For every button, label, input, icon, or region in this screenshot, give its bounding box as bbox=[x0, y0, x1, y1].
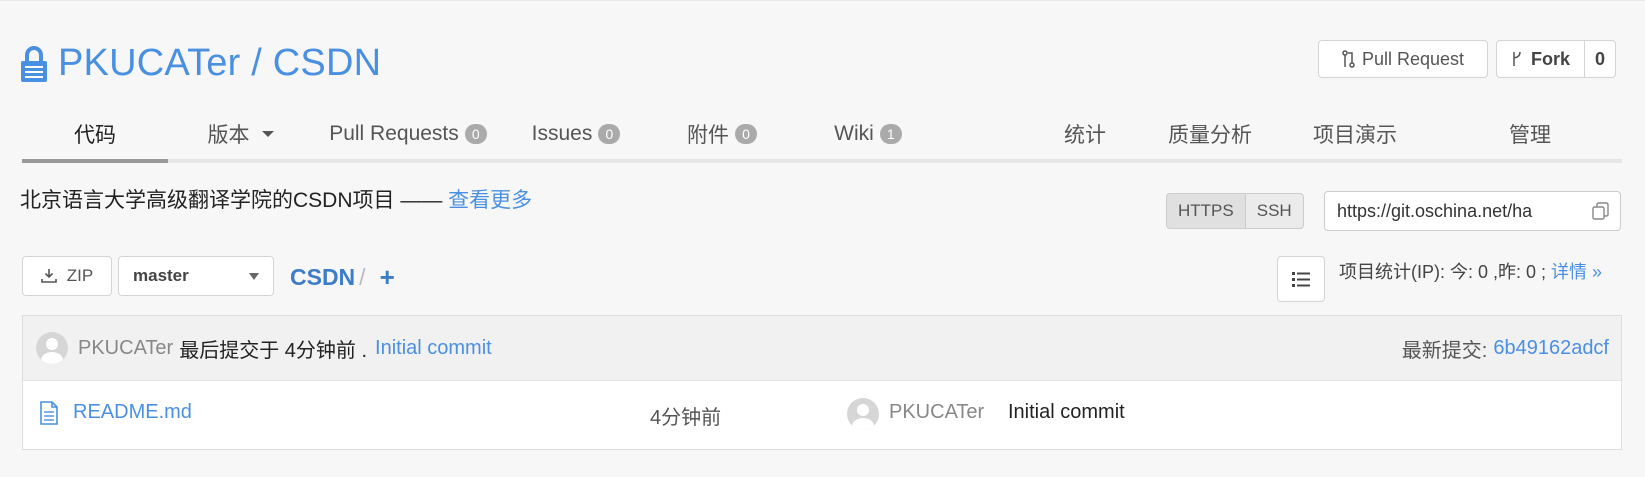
fork-button[interactable]: Fork 0 bbox=[1495, 40, 1616, 78]
list-icon bbox=[1292, 272, 1310, 287]
fork-main[interactable]: Fork bbox=[1497, 41, 1584, 77]
avatar[interactable] bbox=[36, 332, 68, 364]
zip-label: ZIP bbox=[66, 266, 94, 285]
tab-badge: 0 bbox=[464, 123, 487, 144]
download-icon bbox=[40, 269, 57, 283]
stats-text: 项目统计(IP): 今: 0 ,昨: 0 ; bbox=[1339, 262, 1552, 282]
lock-icon bbox=[21, 45, 47, 82]
top-border bbox=[0, 0, 1645, 1]
fork-icon bbox=[1513, 51, 1521, 66]
tab-pull-requests[interactable]: Pull Requests 0 bbox=[313, 108, 503, 159]
clone-url-input[interactable] bbox=[1335, 199, 1579, 223]
repo-description: 北京语言大学高级翻译学院的CSDN项目 —— 查看更多 bbox=[20, 184, 532, 214]
pull-request-button[interactable]: Pull Request bbox=[1317, 40, 1488, 78]
more-link[interactable]: 查看更多 bbox=[448, 189, 532, 212]
ssh-button[interactable]: SSH bbox=[1245, 193, 1304, 229]
file-time: 4分钟前 bbox=[650, 407, 722, 429]
commit-sha-link[interactable]: 6b49162adcf bbox=[1493, 337, 1609, 360]
file-name-link[interactable]: README.md bbox=[73, 401, 192, 424]
tab-attachments[interactable]: 附件 0 bbox=[649, 108, 795, 159]
repo-name-link[interactable]: PKUCATer / CSDN bbox=[58, 42, 381, 85]
file-icon bbox=[40, 401, 58, 425]
protocol-switch: HTTPS SSH bbox=[1166, 193, 1304, 229]
repo-title: PKUCATer / CSDN bbox=[20, 42, 381, 85]
tab-label: 代码 bbox=[74, 123, 116, 147]
tab-label: Wiki bbox=[834, 121, 874, 145]
list-view-button[interactable] bbox=[1277, 256, 1325, 302]
tab-label: 管理 bbox=[1509, 123, 1551, 147]
tab-code[interactable]: 代码 bbox=[22, 108, 168, 163]
add-file-button[interactable]: + bbox=[380, 262, 395, 293]
tab-wiki[interactable]: Wiki 1 bbox=[795, 108, 941, 159]
commit-message-link[interactable]: Initial commit bbox=[375, 337, 492, 360]
file-table: PKUCATer 最后提交于 4分钟前 . Initial commit 最新提… bbox=[22, 315, 1622, 450]
latest-commit-label: 最新提交: bbox=[1401, 339, 1488, 362]
branch-name: master bbox=[133, 266, 189, 285]
tab-label: 质量分析 bbox=[1168, 123, 1252, 147]
file-author[interactable]: PKUCATer bbox=[889, 401, 984, 424]
tab-stats[interactable]: 统计 bbox=[1035, 108, 1135, 159]
copy-icon[interactable] bbox=[1591, 201, 1611, 221]
tab-demo[interactable]: 项目演示 bbox=[1285, 108, 1425, 159]
latest-commit: 最新提交: 6b49162adcf bbox=[1402, 316, 1609, 380]
project-stats: 项目统计(IP): 今: 0 ,昨: 0 ; 详情 » bbox=[1339, 258, 1602, 284]
tab-label: Pull Requests bbox=[329, 121, 459, 145]
caret-down-icon bbox=[249, 272, 259, 280]
tab-label: 项目演示 bbox=[1313, 123, 1397, 147]
header-actions: Pull Request Fork 0 bbox=[1317, 40, 1616, 78]
tab-badge: 0 bbox=[735, 123, 757, 144]
commit-time-text: 最后提交于 4分钟前 . bbox=[179, 339, 368, 362]
last-commit-bar: PKUCATer 最后提交于 4分钟前 . Initial commit 最新提… bbox=[23, 316, 1621, 381]
https-button[interactable]: HTTPS bbox=[1166, 193, 1246, 229]
caret-down-icon bbox=[261, 130, 274, 137]
avatar[interactable] bbox=[847, 398, 879, 430]
table-row[interactable]: README.md 4分钟前 PKUCATer Initial commit bbox=[23, 381, 1621, 447]
tab-versions[interactable]: 版本 bbox=[168, 108, 313, 159]
breadcrumb-repo[interactable]: CSDN bbox=[290, 264, 355, 291]
pull-request-label: Pull Request bbox=[1361, 48, 1464, 69]
file-commit-message: Initial commit bbox=[1008, 401, 1125, 423]
repo-tabs: 代码 版本 Pull Requests 0 Issues 0 附件 0 Wiki 1 统… bbox=[22, 108, 1622, 163]
tab-label: 版本 bbox=[207, 123, 250, 147]
pull-request-icon bbox=[1342, 50, 1355, 68]
tabs-underline bbox=[22, 159, 1622, 163]
fork-count[interactable]: 0 bbox=[1583, 41, 1615, 77]
breadcrumb: CSDN / + bbox=[290, 262, 395, 293]
branch-select[interactable]: master bbox=[118, 256, 274, 296]
download-zip-button[interactable]: ZIP bbox=[22, 256, 112, 296]
tab-manage[interactable]: 管理 bbox=[1465, 108, 1595, 159]
clone-url-box bbox=[1324, 191, 1621, 231]
tab-quality[interactable]: 质量分析 bbox=[1135, 108, 1285, 159]
tab-issues[interactable]: Issues 0 bbox=[503, 108, 649, 159]
fork-label: Fork bbox=[1530, 48, 1570, 69]
tab-label: Issues bbox=[531, 121, 593, 145]
tab-badge: 1 bbox=[879, 123, 902, 144]
tab-badge: 0 bbox=[598, 123, 621, 144]
commit-author[interactable]: PKUCATer bbox=[78, 337, 173, 360]
tab-label: 附件 bbox=[687, 123, 729, 147]
description-text: 北京语言大学高级翻译学院的CSDN项目 —— bbox=[20, 189, 449, 212]
tab-label: 统计 bbox=[1064, 123, 1106, 147]
stats-details-link[interactable]: 详情 » bbox=[1551, 262, 1602, 282]
breadcrumb-separator: / bbox=[359, 264, 366, 290]
